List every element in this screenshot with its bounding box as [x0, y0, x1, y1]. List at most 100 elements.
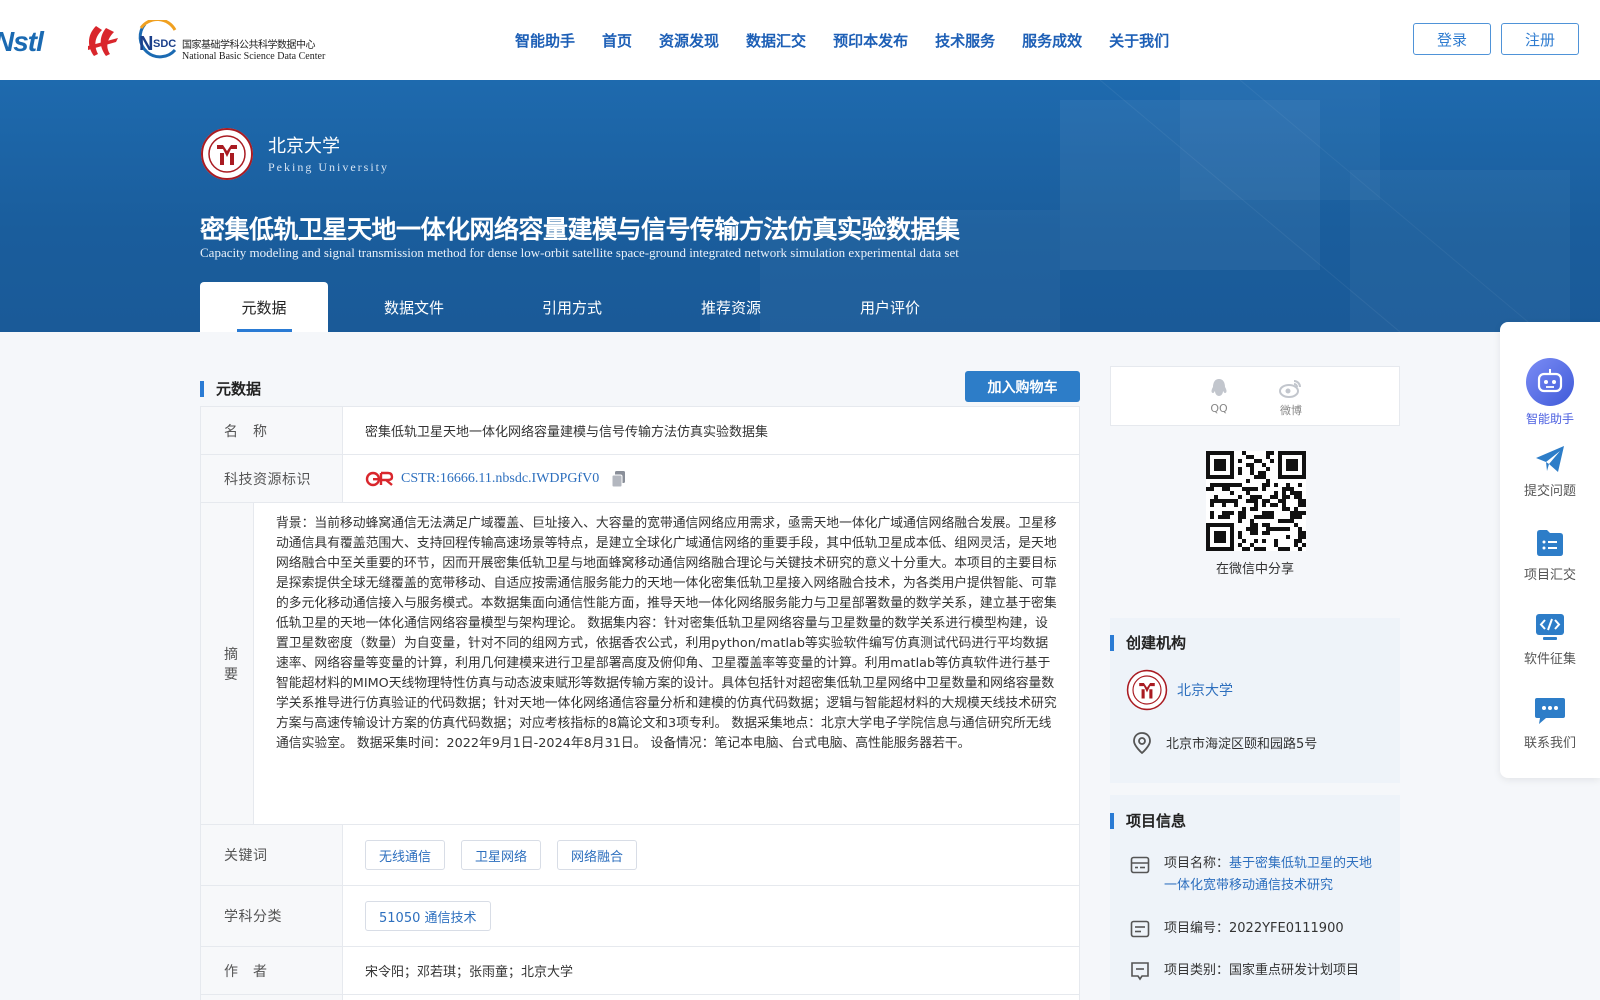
location-pin-icon	[1133, 732, 1151, 754]
university-name-en: Peking University	[268, 160, 389, 174]
university-name-cn: 北京大学	[268, 136, 340, 157]
nav-discover[interactable]: 资源发现	[659, 30, 719, 51]
share-weibo-button[interactable]: 微博	[1271, 377, 1311, 418]
section-accent-bar	[1110, 634, 1114, 651]
main-nav: 智能助手 首页 资源发现 数据汇交 预印本发布 技术服务 服务成效 关于我们	[515, 30, 1196, 51]
creator-name-link[interactable]: 北京大学	[1177, 680, 1233, 700]
metadata-section-header: 元数据	[200, 378, 261, 399]
dataset-title-en: Capacity modeling and signal transmissio…	[200, 245, 959, 260]
table-row: 名 称 密集低轨卫星天地一体化网络容量建模与信号传输方法仿真实验数据集	[201, 407, 1079, 455]
table-row: 摘 要 背景：当前移动蜂窝通信无法满足广域覆盖、巨址接入、大容量的宽带通信网络应…	[201, 503, 1079, 825]
nav-preprint[interactable]: 预印本发布	[833, 30, 908, 51]
nsdc-name: 国家基础学科公共科学数据中心 National Basic Science Da…	[182, 36, 325, 62]
section-accent-bar	[1110, 812, 1114, 829]
float-project-submit-label: 项目汇交	[1523, 568, 1576, 583]
share-qq-label: QQ	[1210, 402, 1228, 415]
nsdc-logo[interactable]: N SDC	[135, 20, 179, 60]
pku-logo	[201, 128, 253, 180]
qq-icon	[1211, 379, 1227, 396]
share-qq-button[interactable]: QQ	[1199, 377, 1239, 415]
float-contact-label: 联系我们	[1523, 736, 1576, 751]
top-bar: Nstl N SDC 国家基础学科公共科学数据中心 National Basic…	[0, 0, 1600, 80]
row-label-name: 名 称	[201, 407, 343, 454]
svg-text:N: N	[139, 33, 153, 55]
dataset-title-cn: 密集低轨卫星天地一体化网络容量建模与信号传输方法仿真实验数据集	[200, 215, 960, 244]
register-button[interactable]: 注册	[1501, 23, 1579, 55]
tab-metadata[interactable]: 元数据	[200, 282, 328, 332]
project-card-title: 项目信息	[1126, 812, 1187, 830]
row-value-identifier: CSTR:16666.11.nbsdc.IWDPGfV0	[343, 455, 1079, 502]
project-type-icon	[1131, 962, 1149, 981]
table-row: 科技资源标识 CSTR:16666.11.nbsdc.IWDPGfV0	[201, 455, 1079, 503]
row-label-subject: 学科分类	[201, 886, 343, 946]
keyword-tag[interactable]: 网络融合	[557, 840, 638, 870]
row-label-author: 作 者	[201, 947, 343, 994]
project-name-label: 项目名称：	[1164, 856, 1230, 871]
code-icon	[1536, 614, 1564, 640]
weibo-icon	[1279, 380, 1301, 398]
nav-tech-service[interactable]: 技术服务	[935, 30, 995, 51]
chat-icon	[1535, 698, 1565, 724]
tab-recommended[interactable]: 推荐资源	[644, 282, 818, 332]
floating-toolbar: 智能助手 提交问题 项目汇交 软件征集 联系我们	[1500, 322, 1600, 778]
robot-icon	[1526, 358, 1574, 406]
nav-data-submission[interactable]: 数据汇交	[746, 30, 806, 51]
login-button[interactable]: 登录	[1413, 23, 1491, 55]
row-label-keywords: 关键词	[201, 825, 343, 885]
table-row: 学科分类 51050 通信技术	[201, 886, 1079, 947]
float-submit-question-label: 提交问题	[1523, 484, 1576, 499]
table-row: 关键词 无线通信 卫星网络 网络融合	[201, 825, 1079, 886]
nav-home[interactable]: 首页	[602, 30, 632, 51]
row-value-author: 宋令阳；邓若琪；张雨童；北京大学	[365, 965, 574, 980]
creator-card-header: 创建机构	[1110, 632, 1186, 653]
nav-assistant[interactable]: 智能助手	[515, 30, 575, 51]
nav-achievements[interactable]: 服务成效	[1022, 30, 1082, 51]
project-type: 项目类别：国家重点研发计划项目	[1164, 963, 1360, 978]
red-flame-logo[interactable]	[82, 24, 120, 58]
project-card-header: 项目信息	[1110, 810, 1186, 831]
float-submit-question-button[interactable]: 提交问题	[1500, 444, 1600, 499]
float-assistant-label: 智能助手	[1525, 412, 1574, 426]
subject-tag[interactable]: 51050 通信技术	[365, 901, 491, 931]
creator-address: 北京市海淀区颐和园路5号	[1166, 737, 1318, 752]
row-value-empty	[343, 995, 1079, 1000]
project-name: 项目名称：基于密集低轨卫星的天地一体化宽带移动通信技术研究	[1164, 853, 1379, 897]
tab-citation[interactable]: 引用方式	[500, 282, 644, 332]
add-to-cart-button[interactable]: 加入购物车	[965, 371, 1080, 402]
row-value-subject: 51050 通信技术	[343, 886, 1079, 946]
row-label-identifier: 科技资源标识	[201, 455, 343, 502]
row-label-empty	[201, 995, 343, 1000]
tab-data-files[interactable]: 数据文件	[328, 282, 500, 332]
row-value-abstract: 背景：当前移动蜂窝通信无法满足广域覆盖、巨址接入、大容量的宽带通信网络应用需求，…	[276, 516, 1057, 751]
metadata-table: 名 称 密集低轨卫星天地一体化网络容量建模与信号传输方法仿真实验数据集 科技资源…	[200, 406, 1080, 1000]
cstr-identifier-link[interactable]: CSTR:16666.11.nbsdc.IWDPGfV0	[401, 471, 599, 487]
keyword-tag[interactable]: 无线通信	[365, 840, 446, 870]
folder-list-icon	[1537, 530, 1563, 556]
nav-about[interactable]: 关于我们	[1109, 30, 1169, 51]
tab-user-reviews[interactable]: 用户评价	[818, 282, 962, 332]
pku-logo	[1126, 669, 1168, 711]
row-label-abstract: 摘 要	[201, 503, 254, 824]
wechat-share-caption: 在微信中分享	[1215, 562, 1294, 577]
float-assistant-button[interactable]: 智能助手	[1500, 358, 1600, 427]
row-value-keywords: 无线通信 卫星网络 网络融合	[343, 825, 1079, 885]
cstr-icon	[365, 471, 394, 486]
keyword-tag[interactable]: 卫星网络	[461, 840, 542, 870]
section-accent-bar	[200, 380, 204, 397]
float-software-label: 软件征集	[1523, 652, 1576, 667]
metadata-section-title: 元数据	[216, 380, 262, 398]
nsdc-name-en: National Basic Science Data Center	[182, 51, 326, 62]
float-project-submit-button[interactable]: 项目汇交	[1500, 528, 1600, 583]
share-panel: QQ 微博	[1110, 366, 1400, 426]
table-row	[201, 995, 1079, 1000]
copy-icon[interactable]	[611, 470, 627, 488]
share-weibo-label: 微博	[1280, 404, 1302, 417]
float-contact-button[interactable]: 联系我们	[1500, 696, 1600, 751]
wechat-qr-code	[1206, 451, 1306, 551]
project-name-icon	[1130, 856, 1150, 874]
table-row: 作 者 宋令阳；邓若琪；张雨童；北京大学	[201, 947, 1079, 995]
project-code: 项目编号：2022YFE0111900	[1164, 921, 1344, 936]
creator-card-title: 创建机构	[1126, 634, 1187, 652]
float-software-button[interactable]: 软件征集	[1500, 612, 1600, 667]
nstl-logo[interactable]: Nstl	[0, 26, 44, 58]
